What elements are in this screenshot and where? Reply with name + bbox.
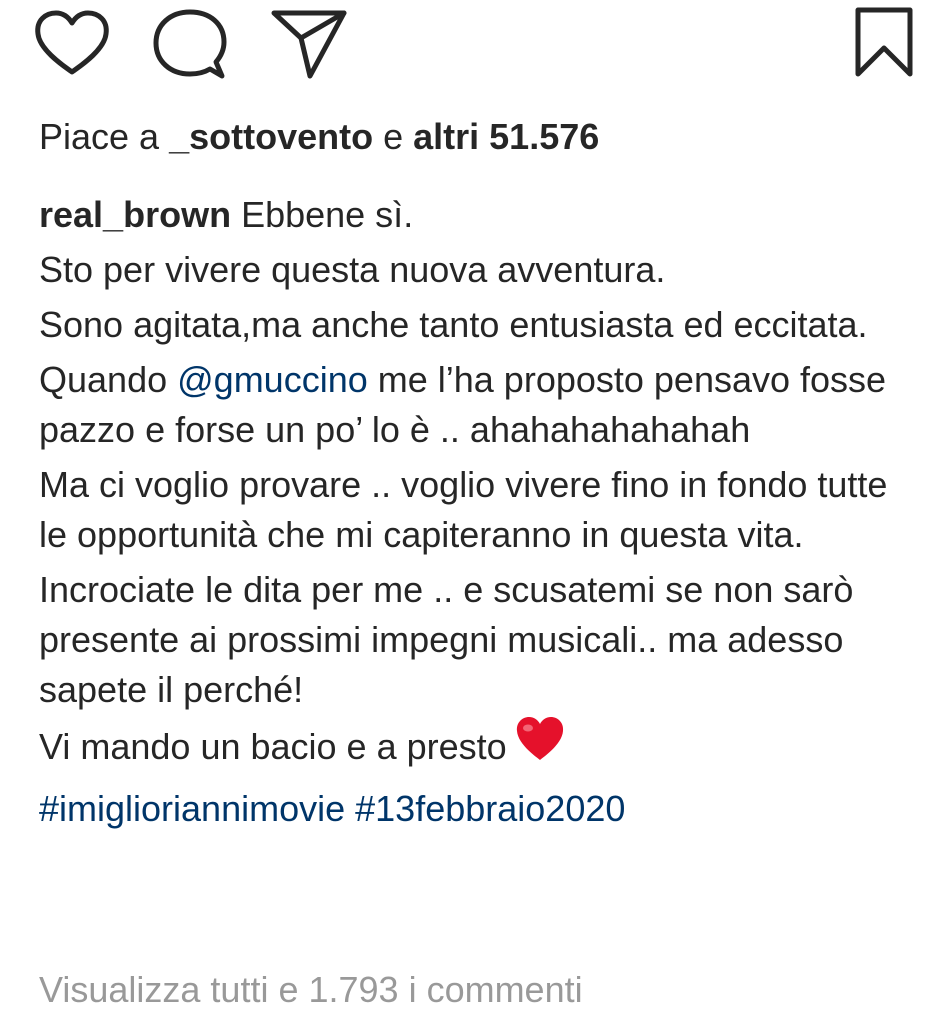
action-bar bbox=[0, 0, 949, 90]
bookmark-icon bbox=[855, 7, 913, 77]
caption-text: Vi mando un bacio e a presto bbox=[39, 726, 507, 768]
save-button[interactable] bbox=[850, 4, 918, 80]
caption-paragraph: Incrociate le dita per me .. e scusatemi… bbox=[39, 569, 854, 710]
caption-first-line: real_brown Ebbene sì. bbox=[39, 190, 919, 240]
likes-summary[interactable]: Piace a _sottovento e altri 51.576 bbox=[39, 112, 919, 164]
view-all-comments-link[interactable]: Visualizza tutti e 1.793 i commenti bbox=[39, 965, 583, 1015]
red-heart-emoji-icon bbox=[515, 716, 565, 775]
speech-bubble-icon bbox=[153, 9, 227, 79]
caption-paragraph: Sono agitata,ma anche tanto entusiasta e… bbox=[39, 304, 868, 345]
likes-prefix: Piace a bbox=[39, 116, 170, 157]
mention-link[interactable]: @gmuccino bbox=[177, 359, 368, 400]
caption-username[interactable]: real_brown bbox=[39, 194, 231, 235]
paper-plane-icon bbox=[271, 10, 347, 79]
caption-paragraph: Vi mando un bacio e a presto bbox=[39, 717, 919, 779]
caption-paragraph: Ma ci voglio provare .. voglio vivere fi… bbox=[39, 464, 888, 555]
caption: real_brown Ebbene sì. Sto per vivere que… bbox=[39, 190, 919, 834]
hashtag-link[interactable]: #13febbraio2020 bbox=[355, 788, 625, 829]
heart-outline-icon bbox=[35, 10, 109, 75]
hashtags: #imiglioriannimovie #13febbraio2020 bbox=[39, 784, 919, 834]
post-details: Piace a _sottovento e altri 51.576 real_… bbox=[39, 112, 919, 834]
like-button[interactable] bbox=[32, 10, 112, 80]
caption-text: Quando bbox=[39, 359, 178, 400]
liker-username[interactable]: _sottovento bbox=[169, 116, 373, 157]
caption-text: Ebbene sì. bbox=[231, 194, 414, 235]
likes-count[interactable]: altri 51.576 bbox=[413, 116, 599, 157]
share-button[interactable] bbox=[268, 8, 350, 80]
caption-paragraph: Sto per vivere questa nuova avventura. bbox=[39, 249, 666, 290]
comment-button[interactable] bbox=[150, 8, 230, 80]
caption-paragraph: Quando @gmuccino me l’ha proposto pensav… bbox=[39, 355, 919, 455]
hashtag-link[interactable]: #imiglioriannimovie bbox=[39, 788, 345, 829]
likes-conjunction: e bbox=[373, 116, 414, 157]
